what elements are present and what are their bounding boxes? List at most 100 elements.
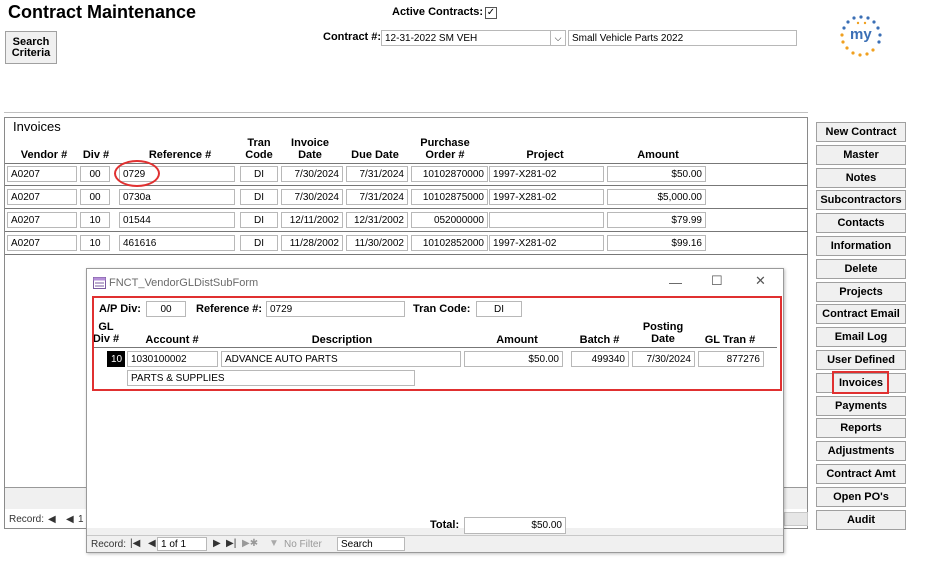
logo-text: my <box>850 26 872 43</box>
chevron-down-icon[interactable]: ⌵ <box>550 31 565 45</box>
record-position-field[interactable]: 1 of 1 <box>157 537 207 551</box>
close-icon[interactable]: ✕ <box>755 273 766 289</box>
sidebar-audit-button[interactable]: Audit <box>816 509 906 530</box>
invoice-cell-value: 461616 <box>123 237 157 249</box>
invoice-cell-due-date[interactable]: 12/31/2002 <box>346 212 408 228</box>
sidebar-email-log-button[interactable]: Email Log <box>816 327 906 348</box>
invoice-cell-due-date[interactable]: 11/30/2002 <box>346 235 408 251</box>
no-filter-label[interactable]: No Filter <box>284 539 322 550</box>
invoice-cell-value: 01544 <box>123 214 151 226</box>
invoice-cell-value: 10102875000 <box>422 191 484 203</box>
sidebar-delete-button[interactable]: Delete <box>816 258 906 279</box>
sidebar-information-button[interactable]: Information <box>816 236 906 256</box>
invoice-cell-invoice-date[interactable]: 11/28/2002 <box>281 235 343 251</box>
total-value: $50.00 <box>531 520 562 531</box>
invoice-cell-value: 1997-X281-02 <box>493 168 557 180</box>
sidebar-reports-button[interactable]: Reports <box>816 418 906 439</box>
invoice-cell-value: 10 <box>89 214 101 226</box>
col-purchase-order: Purchase Order # <box>420 137 470 161</box>
contract-description-value: Small Vehicle Parts 2022 <box>572 32 684 44</box>
maximize-icon[interactable]: ☐ <box>711 273 723 289</box>
sidebar-contract-email-button[interactable]: Contract Email <box>816 304 906 325</box>
invoice-cell-value: 052000000 <box>433 214 484 226</box>
last-record-icon[interactable]: ▶| <box>226 538 236 549</box>
invoice-cell-value: 10 <box>89 237 101 249</box>
invoice-cell-project[interactable] <box>489 212 604 228</box>
invoice-cell-invoice-date[interactable]: 12/11/2002 <box>281 212 343 228</box>
invoice-cell-amount[interactable]: $79.99 <box>607 212 706 228</box>
sidebar-user-defined-button[interactable]: User Defined <box>816 350 906 370</box>
sidebar-master-button[interactable]: Master <box>816 144 906 165</box>
rows-end-line <box>5 254 808 255</box>
sidebar-notes-button[interactable]: Notes <box>816 167 906 188</box>
invoice-cell-value: $99.16 <box>671 237 702 249</box>
active-contracts-checkbox[interactable]: ✓ <box>485 7 497 19</box>
invoices-record-number[interactable]: 1 <box>78 514 84 525</box>
invoice-cell-invoice-date[interactable]: 7/30/2024 <box>281 189 343 205</box>
sidebar-open-po-s-button[interactable]: Open PO's <box>816 486 906 507</box>
invoice-cell-value: DI <box>254 237 264 249</box>
invoice-cell-due-date[interactable]: 7/31/2024 <box>346 166 408 182</box>
invoice-cell-project[interactable]: 1997-X281-02 <box>489 166 604 182</box>
prev-record-icon[interactable]: ◀ <box>66 514 74 525</box>
invoice-cell-value: $5,000.00 <box>657 191 703 203</box>
col-reference: Reference # <box>148 149 212 161</box>
invoice-cell-value: 1997-X281-02 <box>493 237 557 249</box>
checkmark-icon: ✓ <box>486 7 496 18</box>
invoice-cell-amount[interactable]: $50.00 <box>607 166 706 182</box>
invoice-cell-reference[interactable]: 0730a <box>119 189 235 205</box>
first-record-icon[interactable]: |◀ <box>130 538 140 549</box>
invoice-cell-tran-code[interactable]: DI <box>240 235 278 251</box>
sidebar-payments-button[interactable]: Payments <box>816 395 906 416</box>
invoice-cell-po[interactable]: 10102852000 <box>411 235 488 251</box>
invoice-cell-value: 7/31/2024 <box>359 191 405 203</box>
contract-combo[interactable]: 12-31-2022 SM VEH ⌵ <box>381 30 566 46</box>
invoice-cell-project[interactable]: 1997-X281-02 <box>489 235 604 251</box>
prev-record-icon[interactable]: ◀ <box>148 538 156 549</box>
invoice-cell-tran-code[interactable]: DI <box>240 189 278 205</box>
invoice-cell-vendor[interactable]: A0207 <box>7 166 77 182</box>
invoice-cell-vendor[interactable]: A0207 <box>7 235 77 251</box>
sidebar-adjustments-button[interactable]: Adjustments <box>816 441 906 462</box>
first-record-icon[interactable]: ◀ <box>48 514 56 525</box>
contract-label: Contract #: <box>323 31 382 43</box>
invoice-cell-due-date[interactable]: 7/31/2024 <box>346 189 408 205</box>
invoice-cell-div[interactable]: 00 <box>80 166 110 182</box>
contract-description-field[interactable]: Small Vehicle Parts 2022 <box>568 30 797 46</box>
invoice-cell-div[interactable]: 10 <box>80 212 110 228</box>
sidebar-contract-amt-button[interactable]: Contract Amt <box>816 464 906 484</box>
sidebar-contacts-button[interactable]: Contacts <box>816 213 906 234</box>
search-criteria-button[interactable]: Search Criteria <box>5 31 57 64</box>
col-invoice-date: Invoice Date <box>291 137 329 161</box>
invoice-cell-div[interactable]: 00 <box>80 189 110 205</box>
invoice-cell-amount[interactable]: $5,000.00 <box>607 189 706 205</box>
col-vendor: Vendor # <box>20 149 68 161</box>
new-record-icon[interactable]: ▶✱ <box>242 538 258 549</box>
invoice-cell-reference[interactable]: 461616 <box>119 235 235 251</box>
sidebar-projects-button[interactable]: Projects <box>816 281 906 302</box>
invoice-cell-div[interactable]: 10 <box>80 235 110 251</box>
invoice-cell-invoice-date[interactable]: 7/30/2024 <box>281 166 343 182</box>
invoice-cell-value: $79.99 <box>671 214 702 226</box>
invoice-cell-value: 10102852000 <box>422 237 484 249</box>
invoice-cell-reference[interactable]: 01544 <box>119 212 235 228</box>
invoice-cell-value: $50.00 <box>671 168 702 180</box>
search-input[interactable]: Search <box>337 537 405 551</box>
sidebar-new-contract-button[interactable]: New Contract <box>816 122 906 142</box>
contract-combo-value: 12-31-2022 SM VEH <box>385 32 478 44</box>
invoice-cell-po[interactable]: 10102875000 <box>411 189 488 205</box>
invoice-cell-project[interactable]: 1997-X281-02 <box>489 189 604 205</box>
invoice-cell-vendor[interactable]: A0207 <box>7 212 77 228</box>
next-record-icon[interactable]: ▶ <box>213 538 221 549</box>
minimize-icon[interactable]: — <box>669 275 682 290</box>
invoice-cell-po[interactable]: 10102870000 <box>411 166 488 182</box>
sidebar-subcontractors-button[interactable]: Subcontractors <box>816 190 906 211</box>
invoice-cell-tran-code[interactable]: DI <box>240 212 278 228</box>
scrollbar-stub[interactable] <box>784 512 808 526</box>
invoice-cell-po[interactable]: 052000000 <box>411 212 488 228</box>
invoice-cell-amount[interactable]: $99.16 <box>607 235 706 251</box>
invoice-cell-vendor[interactable]: A0207 <box>7 189 77 205</box>
invoice-cell-tran-code[interactable]: DI <box>240 166 278 182</box>
no-filter-icon[interactable]: ▼ <box>269 538 279 549</box>
invoice-cell-value: 7/30/2024 <box>294 191 340 203</box>
